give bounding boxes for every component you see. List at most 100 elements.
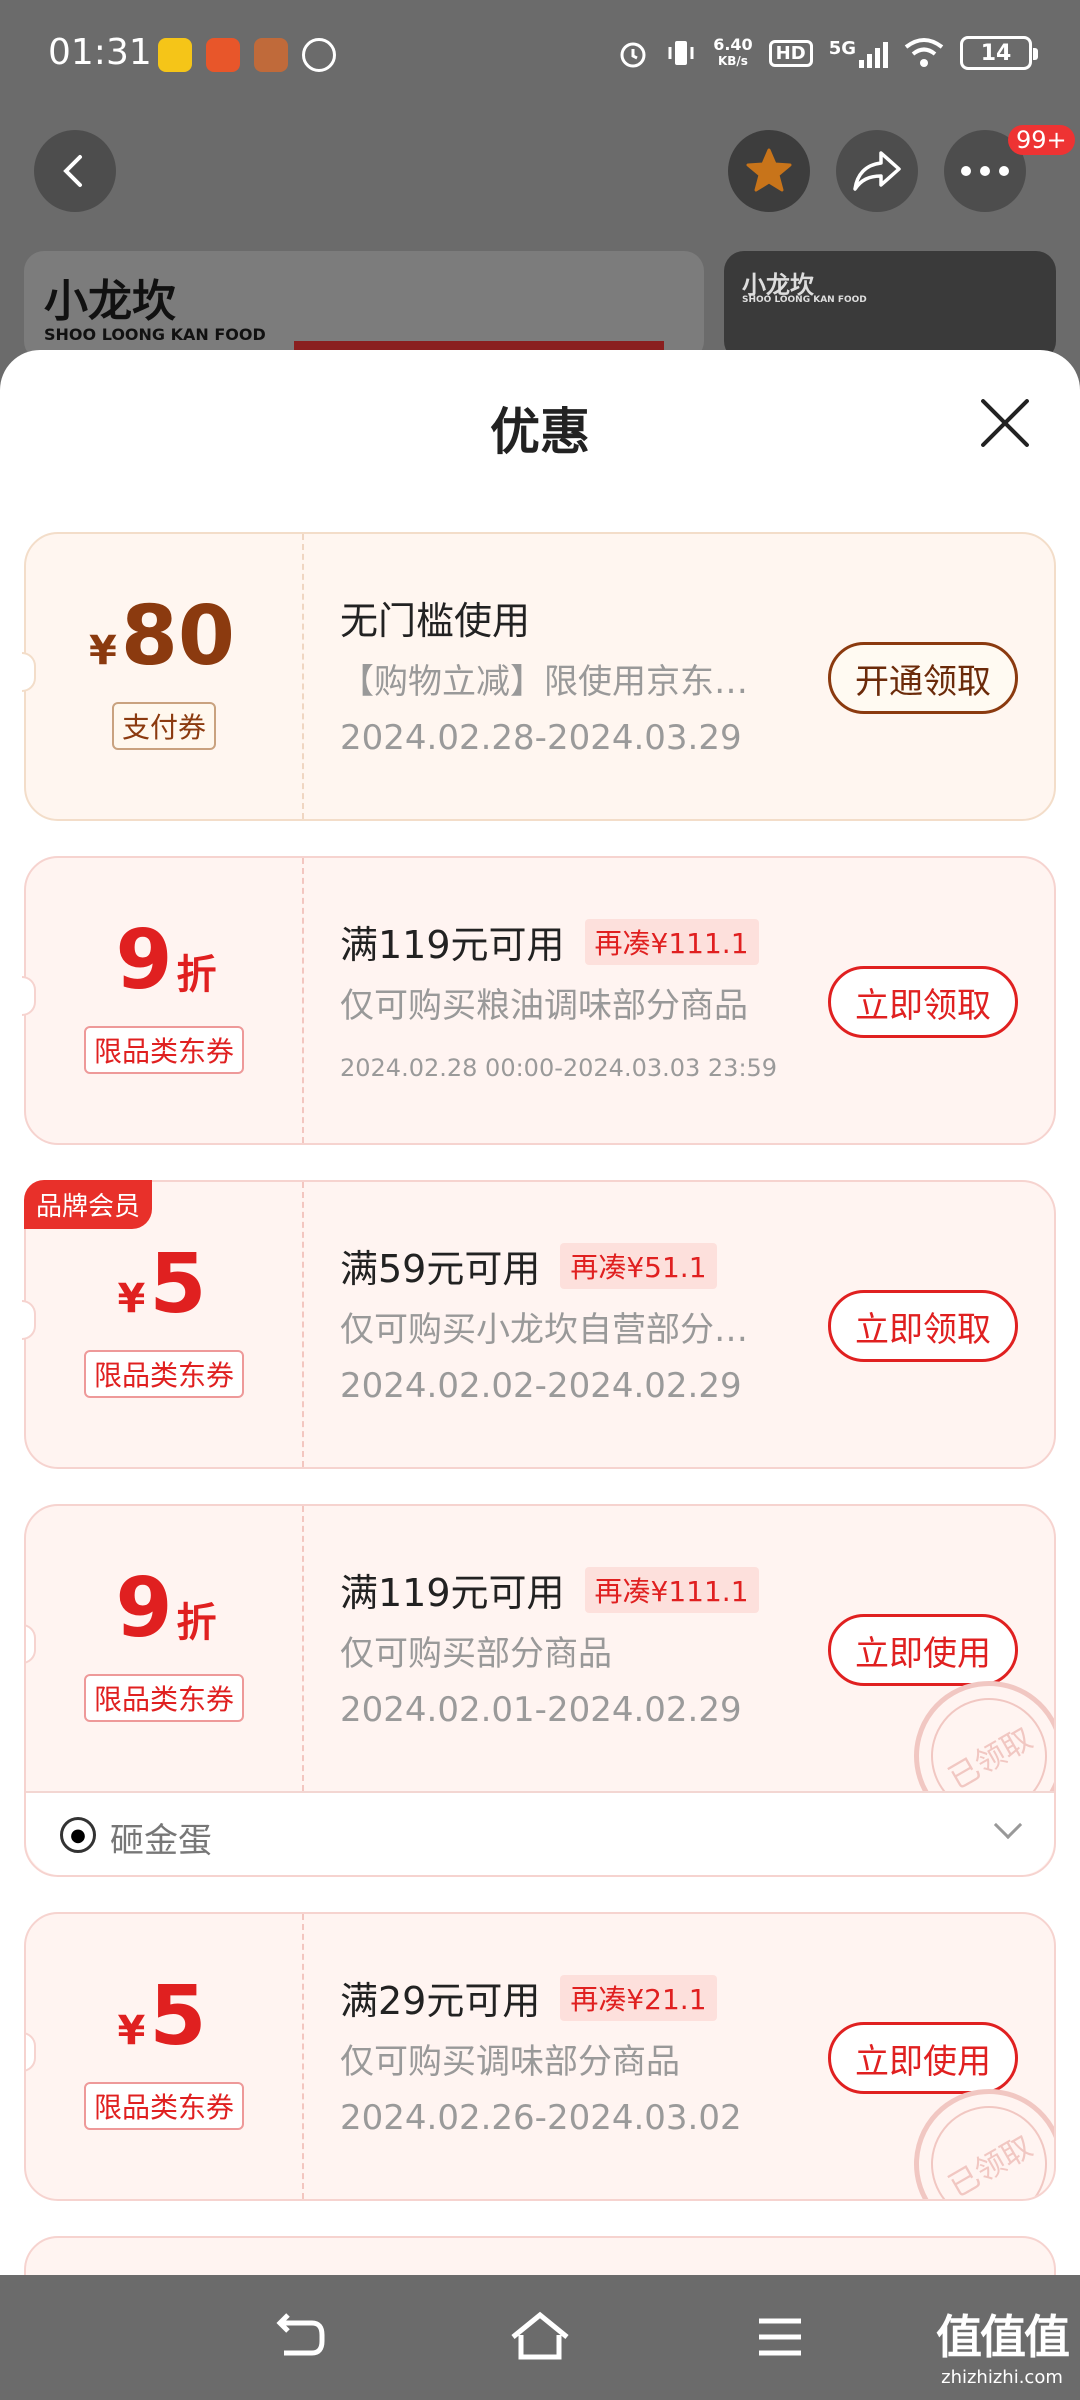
coupon-currency: ¥ xyxy=(89,628,117,674)
coupon-divider xyxy=(302,534,304,819)
coupon-condition: 满29元可用 再凑¥21.1 xyxy=(340,1970,717,2025)
wifi-icon xyxy=(904,38,944,67)
coupon-condition: 满119元可用 再凑¥111.1 xyxy=(340,1562,759,1617)
signal-bars-icon xyxy=(859,38,888,68)
coupon-amount-value: 9 xyxy=(115,1561,173,1656)
back-button[interactable] xyxy=(34,130,116,212)
coupon-amount: ¥ 80 xyxy=(26,592,302,682)
coupon-validity-date: 2024.02.28 00:00-2024.03.03 23:59 xyxy=(340,1054,778,1082)
net-speed: 6.40 KB/s xyxy=(713,36,752,70)
chevron-left-icon xyxy=(63,155,82,187)
product-page-header: 99+ 小龙坎 SHOO LOONG KAN FOOD 小龙坎 SHOO LOO… xyxy=(0,115,1080,361)
battery-indicator: 14 xyxy=(960,36,1038,70)
claim-now-button[interactable]: 立即领取 xyxy=(828,1290,1018,1362)
status-bar: 01:31 6.40 KB/s HD 5G 14 xyxy=(0,0,1080,115)
coupon-card: 9 折 限品类东券 满119元可用 再凑¥111.1 仅可购买粮油调味部分商品 … xyxy=(22,856,1056,1145)
amount-needed-tag: 再凑¥51.1 xyxy=(560,1242,717,1289)
coupon-amount-value: 5 xyxy=(149,1237,207,1332)
coupon-amount: ¥ 5 xyxy=(26,1972,302,2062)
brand-logo-text: 小龙坎 xyxy=(44,276,176,327)
app-notification-icon xyxy=(158,38,192,72)
storage-alert-icon xyxy=(302,38,336,72)
amount-needed-tag: 再凑¥111.1 xyxy=(584,918,759,965)
brand-member-badge: 品牌会员 xyxy=(24,1180,153,1229)
coupon-condition-text: 满119元可用 xyxy=(340,923,565,967)
status-indicators: 6.40 KB/s HD 5G 14 xyxy=(617,36,1038,70)
battery-level: 14 xyxy=(980,40,1012,66)
more-count-badge: 99+ xyxy=(1008,125,1075,155)
coupon-value-panel: 9 折 限品类东券 xyxy=(26,858,302,1143)
coupon-card: 品牌会员 ¥ 5 限品类东券 满59元可用 再凑¥51.1 仅可购买小龙坎自营部… xyxy=(22,1180,1056,1469)
brand-logo-subtitle: SHOO LOONG KAN FOOD xyxy=(742,295,867,305)
watermark-text: 值值值 xyxy=(936,2310,1070,2364)
app-notification-icon xyxy=(206,38,240,72)
network-type: 5G xyxy=(828,38,856,59)
coupon-condition-text: 满119元可用 xyxy=(340,1571,565,1615)
coupon-source-label: 砸金蛋 xyxy=(110,1821,212,1861)
coupon-card: 9 折 限品类东券 满119元可用 再凑¥111.1 仅可购买部分商品 2024… xyxy=(24,1504,1056,1877)
coupon-condition: 无门槛使用 xyxy=(340,590,530,645)
coupon-divider xyxy=(302,1182,304,1467)
coupon-card: ¥ 5 限品类东券 满29元可用 再凑¥21.1 仅可购买调味部分商品 2024… xyxy=(24,1912,1056,2201)
back-arrow-icon xyxy=(276,2313,325,2356)
nav-menu-button[interactable] xyxy=(745,2305,815,2369)
vibrate-icon xyxy=(668,41,694,65)
coupon-sheet: 优惠 ¥ 80 支付券 无门槛使用 【购物立减】限使用京东… 2024.02.2… xyxy=(0,350,1080,2275)
share-button[interactable] xyxy=(836,130,918,212)
use-now-button[interactable]: 立即使用 xyxy=(828,1614,1018,1686)
coupon-currency: ¥ xyxy=(117,2008,146,2054)
coupon-type-tag: 限品类东券 xyxy=(83,1350,244,1398)
coupon-validity-date: 2024.02.26-2024.03.02 xyxy=(340,2098,742,2138)
coupon-card xyxy=(24,2236,1056,2275)
chevron-down-icon xyxy=(993,1810,1023,1840)
watermark: 值值值 zhizhizhi.com xyxy=(936,2301,1070,2388)
coupon-card: ¥ 80 支付券 无门槛使用 【购物立减】限使用京东… 2024.02.28-2… xyxy=(22,532,1056,821)
status-time: 01:31 xyxy=(48,32,152,73)
alarm-icon xyxy=(620,42,646,68)
coupon-divider xyxy=(302,1506,304,1791)
coupon-amount-value: 5 xyxy=(149,1969,207,2064)
coupon-condition-text: 满29元可用 xyxy=(340,1979,541,2023)
watermark-url: zhizhizhi.com xyxy=(941,2367,1063,2388)
use-now-button[interactable]: 立即使用 xyxy=(828,2022,1018,2094)
favorite-button[interactable] xyxy=(728,130,810,212)
activate-claim-button[interactable]: 开通领取 xyxy=(828,642,1018,714)
coupon-description: 仅可购买调味部分商品 xyxy=(340,2042,680,2082)
coupon-value-panel: 9 折 限品类东券 xyxy=(26,1506,302,1791)
coupon-currency: ¥ xyxy=(117,1276,146,1322)
product-image-thumbnail[interactable]: 小龙坎 SHOO LOONG KAN FOOD xyxy=(724,251,1056,361)
coupon-divider xyxy=(302,1914,304,2199)
coupon-description: 仅可购买小龙坎自营部分… xyxy=(340,1310,748,1350)
coupon-condition: 满59元可用 再凑¥51.1 xyxy=(340,1238,717,1293)
nav-home-button[interactable] xyxy=(505,2305,575,2369)
coupon-unit: 折 xyxy=(176,1600,217,1646)
coupon-condition-text: 满59元可用 xyxy=(340,1247,541,1291)
coupon-validity-date: 2024.02.02-2024.02.29 xyxy=(340,1366,742,1406)
close-icon[interactable] xyxy=(978,396,1032,450)
coupon-amount-value: 80 xyxy=(120,589,235,684)
claim-now-button[interactable]: 立即领取 xyxy=(828,966,1018,1038)
brand-logo-subtitle: SHOO LOONG KAN FOOD xyxy=(44,325,266,344)
system-nav-bar: 值值值 zhizhizhi.com xyxy=(0,2275,1080,2400)
coupon-validity-date: 2024.02.28-2024.03.29 xyxy=(340,718,742,758)
coupon-amount: ¥ 5 xyxy=(26,1240,302,1330)
coupon-type-tag: 限品类东券 xyxy=(83,1674,244,1722)
coupon-source-row[interactable]: ● 砸金蛋 xyxy=(26,1791,1054,1875)
coupon-amount: 9 折 xyxy=(26,1564,302,1654)
hd-badge: HD xyxy=(768,39,813,67)
coupon-description: 仅可购买粮油调味部分商品 xyxy=(340,986,748,1026)
coupon-description: 【购物立减】限使用京东… xyxy=(340,662,748,702)
coupon-description: 仅可购买部分商品 xyxy=(340,1634,612,1674)
coupon-unit: 折 xyxy=(176,952,217,998)
cellular-signal: 5G xyxy=(829,38,888,68)
coupon-value-panel: ¥ 80 支付券 xyxy=(26,534,302,819)
home-icon xyxy=(511,2311,569,2360)
net-speed-value: 6.40 xyxy=(713,35,753,54)
amount-needed-tag: 再凑¥21.1 xyxy=(560,1974,717,2021)
coupon-condition: 满119元可用 再凑¥111.1 xyxy=(340,914,759,969)
share-icon xyxy=(853,151,901,191)
nav-back-button[interactable] xyxy=(265,2305,335,2369)
star-icon xyxy=(746,148,792,192)
golden-egg-icon: ● xyxy=(60,1817,96,1853)
product-image-banner[interactable]: 小龙坎 SHOO LOONG KAN FOOD xyxy=(24,251,704,361)
